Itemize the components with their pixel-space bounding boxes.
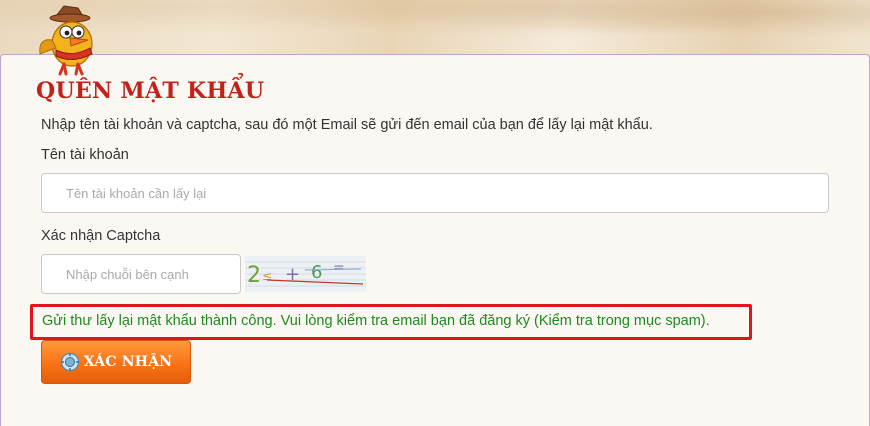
- svg-text:≤: ≤: [262, 269, 272, 283]
- bird-mascot-icon: [39, 5, 93, 76]
- svg-text:2: 2: [247, 263, 261, 288]
- svg-text:6: 6: [311, 262, 322, 283]
- success-message: Gửi thư lấy lại mật khẩu thành công. Vui…: [42, 313, 710, 329]
- instructions-text: Nhập tên tài khoản và captcha, sau đó mộ…: [41, 117, 653, 133]
- success-message-highlight: Gửi thư lấy lại mật khẩu thành công. Vui…: [30, 304, 752, 340]
- svg-text:=: =: [333, 260, 345, 276]
- account-label: Tên tài khoản: [41, 147, 129, 163]
- confirm-button-label: XÁC NHẬN: [83, 354, 173, 370]
- confirm-button[interactable]: XÁC NHẬN: [41, 340, 191, 384]
- captcha-image: 2 ≤ + 6 =: [245, 256, 366, 292]
- account-input[interactable]: [41, 173, 829, 213]
- page-title: QUÊN MẬT KHẨU: [36, 78, 265, 104]
- header-banner: [0, 0, 870, 62]
- gear-badge-icon: [60, 352, 79, 372]
- captcha-input[interactable]: [41, 254, 241, 294]
- captcha-label: Xác nhận Captcha: [41, 228, 161, 244]
